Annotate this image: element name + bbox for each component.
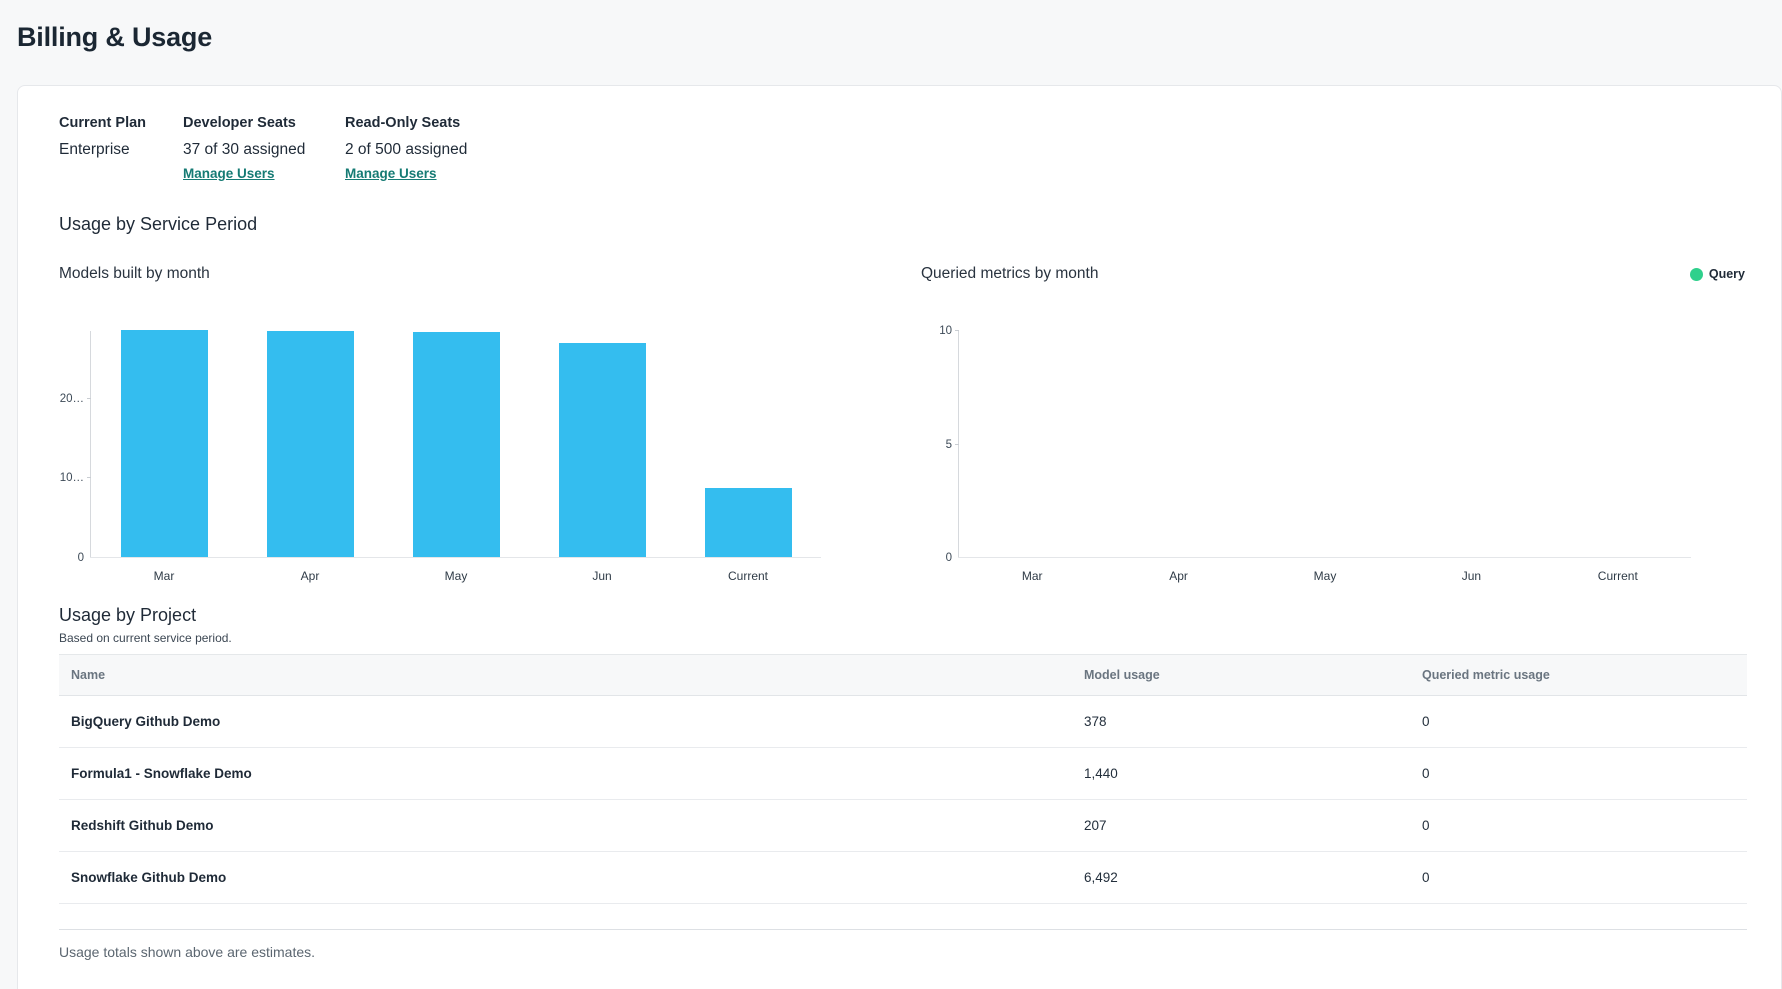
project-name-cell: Snowflake Github Demo xyxy=(59,852,1084,904)
queried-metrics-chart: Queried metrics by month Query 0510MarAp… xyxy=(921,263,1745,558)
read-only-seats-label: Read-Only Seats xyxy=(345,114,467,132)
developer-seats-label: Developer Seats xyxy=(183,114,345,132)
column-header-model-usage: Model usage xyxy=(1084,655,1422,696)
table-row: Snowflake Github Demo6,4920 xyxy=(59,852,1747,904)
x-axis xyxy=(958,557,1691,558)
y-axis xyxy=(90,331,91,558)
x-axis-label: May xyxy=(411,569,501,584)
queried-metric-usage-cell: 0 xyxy=(1422,800,1747,852)
current-plan-label: Current Plan xyxy=(59,114,183,132)
queried-metrics-plot: 0510MarAprMayJunCurrent xyxy=(959,331,1691,558)
x-axis-label: Current xyxy=(703,569,793,584)
bar-may xyxy=(413,332,500,557)
y-tick-label: 0 xyxy=(24,551,84,565)
manage-users-link-read-only[interactable]: Manage Users xyxy=(345,165,437,183)
bar-apr xyxy=(267,331,354,557)
queried-metric-usage-cell: 0 xyxy=(1422,696,1747,748)
table-row: Formula1 - Snowflake Demo1,4400 xyxy=(59,748,1747,800)
model-usage-cell: 207 xyxy=(1084,800,1422,852)
table-row: BigQuery Github Demo3780 xyxy=(59,696,1747,748)
model-usage-cell: 6,492 xyxy=(1084,852,1422,904)
y-tick-label: 0 xyxy=(892,551,952,565)
models-built-plot: 010…20…MarAprMayJunCurrent xyxy=(91,331,821,558)
page-header: Billing & Usage xyxy=(0,0,1782,85)
y-axis xyxy=(958,331,959,558)
manage-users-link-developer[interactable]: Manage Users xyxy=(183,165,275,183)
chart-legend: Query xyxy=(1690,267,1745,281)
usage-by-project-heading: Usage by Project xyxy=(59,602,1745,628)
plan-summary: Current Plan Enterprise Developer Seats … xyxy=(59,114,1745,183)
queried-metrics-chart-title: Queried metrics by month xyxy=(921,265,1098,283)
billing-card: Current Plan Enterprise Developer Seats … xyxy=(17,85,1782,989)
bar-jun xyxy=(559,343,646,557)
x-axis xyxy=(90,557,821,558)
y-tick-mark xyxy=(87,398,91,399)
developer-seats-column: Developer Seats 37 of 30 assigned Manage… xyxy=(183,114,345,183)
query-legend-dot-icon xyxy=(1690,268,1703,281)
project-name-cell: Redshift Github Demo xyxy=(59,800,1084,852)
y-tick-mark xyxy=(87,477,91,478)
usage-estimates-footnote: Usage totals shown above are estimates. xyxy=(59,942,1745,962)
table-header-row: Name Model usage Queried metric usage xyxy=(59,655,1747,696)
model-usage-cell: 1,440 xyxy=(1084,748,1422,800)
x-axis-label: Apr xyxy=(265,569,355,584)
y-tick-label: 10 xyxy=(892,324,952,338)
table-row: Redshift Github Demo2070 xyxy=(59,800,1747,852)
project-name-cell: BigQuery Github Demo xyxy=(59,696,1084,748)
y-tick-label: 5 xyxy=(892,438,952,452)
current-plan-column: Current Plan Enterprise xyxy=(59,114,183,183)
model-usage-cell: 378 xyxy=(1084,696,1422,748)
bar-current xyxy=(705,488,792,557)
y-tick-mark xyxy=(955,330,959,331)
x-axis-label: Mar xyxy=(119,569,209,584)
queried-metric-usage-cell: 0 xyxy=(1422,748,1747,800)
models-built-chart-title: Models built by month xyxy=(59,265,210,283)
query-legend-label: Query xyxy=(1709,267,1745,281)
y-tick-mark xyxy=(955,444,959,445)
queried-metric-usage-cell: 0 xyxy=(1422,852,1747,904)
x-axis-label: Apr xyxy=(1134,569,1224,584)
charts-row: Models built by month 010…20…MarAprMayJu… xyxy=(59,263,1745,558)
current-plan-value: Enterprise xyxy=(59,140,183,160)
x-axis-label: Jun xyxy=(557,569,647,584)
y-tick-label: 20… xyxy=(24,392,84,406)
usage-by-project-table: Name Model usage Queried metric usage Bi… xyxy=(59,654,1747,904)
x-axis-label: Mar xyxy=(987,569,1077,584)
usage-by-project-subheading: Based on current service period. xyxy=(59,630,1745,646)
page-title: Billing & Usage xyxy=(17,22,1782,53)
project-name-cell: Formula1 - Snowflake Demo xyxy=(59,748,1084,800)
read-only-seats-column: Read-Only Seats 2 of 500 assigned Manage… xyxy=(345,114,467,183)
x-axis-label: May xyxy=(1280,569,1370,584)
read-only-seats-value: 2 of 500 assigned xyxy=(345,140,467,160)
x-axis-label: Jun xyxy=(1426,569,1516,584)
bar-mar xyxy=(121,330,208,557)
divider xyxy=(59,929,1747,930)
usage-by-service-period-heading: Usage by Service Period xyxy=(59,211,1745,237)
developer-seats-value: 37 of 30 assigned xyxy=(183,140,345,160)
column-header-name: Name xyxy=(59,655,1084,696)
models-built-chart: Models built by month 010…20…MarAprMayJu… xyxy=(59,263,839,558)
y-tick-label: 10… xyxy=(24,471,84,485)
x-axis-label: Current xyxy=(1573,569,1663,584)
column-header-queried-metric-usage: Queried metric usage xyxy=(1422,655,1747,696)
